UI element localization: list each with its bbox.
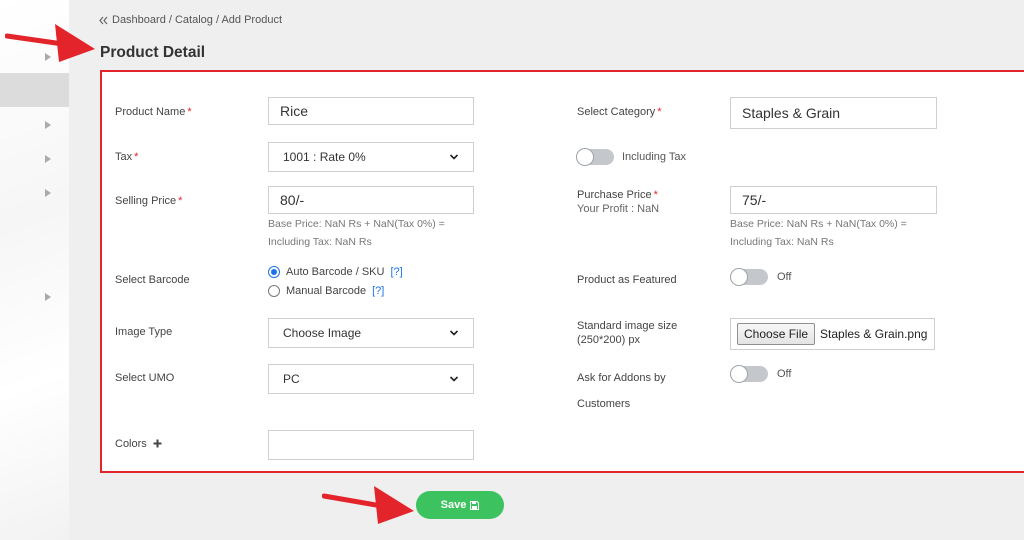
purchase-price-hint: Base Price: NaN Rs + NaN(Tax 0%) = Inclu… (730, 215, 907, 251)
image-type-label: Image Type (115, 326, 173, 338)
manual-barcode-option[interactable]: Manual Barcode [?] (268, 285, 384, 297)
product-name-input[interactable] (268, 97, 474, 125)
colors-label: Colors (115, 437, 162, 451)
image-type-select[interactable]: Choose Image (268, 318, 474, 348)
save-button-label: Save (440, 499, 467, 511)
chevron-down-icon (449, 376, 459, 382)
auto-barcode-help-link[interactable]: [?] (390, 266, 402, 278)
breadcrumb: Dashboard / Catalog / Add Product (99, 14, 282, 26)
addons-toggle[interactable] (730, 365, 768, 383)
sidebar (0, 0, 69, 540)
plus-icon[interactable] (153, 439, 162, 448)
chevron-right-icon[interactable] (45, 293, 51, 301)
umo-select[interactable]: PC (268, 364, 474, 394)
page-title: Product Detail (100, 44, 206, 61)
auto-barcode-radio[interactable] (268, 266, 280, 278)
choose-file-button[interactable]: Choose File (737, 323, 816, 345)
chevron-down-icon (449, 154, 459, 160)
selling-price-hint-line1: Base Price: NaN Rs + NaN(Tax 0%) = (268, 218, 445, 230)
auto-barcode-option[interactable]: Auto Barcode / SKU [?] (268, 266, 403, 278)
double-chevron-left-icon[interactable] (99, 16, 108, 25)
featured-toggle[interactable] (730, 268, 768, 286)
including-tax-toggle[interactable] (576, 148, 614, 166)
chevron-right-icon[interactable] (45, 155, 51, 163)
product-name-label: Product Name * (115, 106, 192, 118)
breadcrumb-link[interactable]: Dashboard / Catalog / Add Product (112, 14, 282, 26)
image-size-label-line1: Standard image size (577, 320, 678, 332)
addons-label-line1: Ask for Addons by (577, 372, 666, 384)
sidebar-active-item[interactable] (0, 73, 69, 107)
product-detail-form: Product Name* Select Category* Tax* 1001… (100, 70, 1024, 473)
colors-input[interactable] (268, 430, 474, 460)
featured-state: Off (777, 271, 792, 283)
addons-state: Off (777, 368, 792, 380)
toggle-knob (730, 365, 748, 383)
manual-barcode-help-link[interactable]: [?] (372, 285, 384, 297)
purchase-price-input[interactable] (730, 186, 937, 214)
annotation-arrow-icon (5, 24, 95, 62)
image-type-select-value: Choose Image (283, 326, 362, 340)
purchase-price-hint-line2: Including Tax: NaN Rs (730, 236, 834, 248)
floppy-disk-icon (470, 500, 480, 510)
manual-barcode-radio[interactable] (268, 285, 280, 297)
manual-barcode-text: Manual Barcode (286, 285, 367, 297)
including-tax-label: Including Tax (622, 151, 687, 163)
selling-price-hint-line2: Including Tax: NaN Rs (268, 236, 372, 248)
tax-label: Tax * (115, 151, 139, 163)
toggle-knob (576, 148, 594, 166)
annotation-arrow-icon (322, 486, 414, 524)
addons-label: Ask for Addons by Customers (577, 371, 666, 411)
image-size-label: Standard image size (250*200) px (577, 319, 677, 347)
image-size-label-line2: (250*200) px (577, 334, 640, 346)
save-button[interactable]: Save (416, 491, 504, 519)
umo-select-value: PC (283, 372, 300, 386)
select-category-label: Select Category * (577, 106, 662, 118)
product-featured-label: Product as Featured (577, 274, 677, 286)
chevron-right-icon[interactable] (45, 121, 51, 129)
toggle-knob (730, 268, 748, 286)
tax-select[interactable]: 1001 : Rate 0% (268, 142, 474, 172)
profit-text: Your Profit : NaN (577, 203, 660, 215)
selling-price-label: Selling Price * (115, 195, 183, 207)
select-umo-label: Select UMO (115, 372, 175, 384)
selling-price-input[interactable] (268, 186, 474, 214)
selected-file-name: Staples & Grain.png (820, 327, 928, 341)
selling-price-hint: Base Price: NaN Rs + NaN(Tax 0%) = Inclu… (268, 215, 445, 251)
image-file-input[interactable]: Choose File Staples & Grain.png (730, 318, 935, 350)
tax-select-value: 1001 : Rate 0% (283, 150, 366, 164)
purchase-price-label: Purchase Price * (577, 189, 658, 201)
select-barcode-label: Select Barcode (115, 274, 190, 286)
auto-barcode-text: Auto Barcode / SKU (286, 266, 385, 278)
chevron-right-icon[interactable] (45, 189, 51, 197)
chevron-down-icon (449, 330, 459, 336)
purchase-price-hint-line1: Base Price: NaN Rs + NaN(Tax 0%) = (730, 218, 907, 230)
addons-label-line2: Customers (577, 398, 631, 410)
category-input[interactable] (730, 97, 937, 129)
